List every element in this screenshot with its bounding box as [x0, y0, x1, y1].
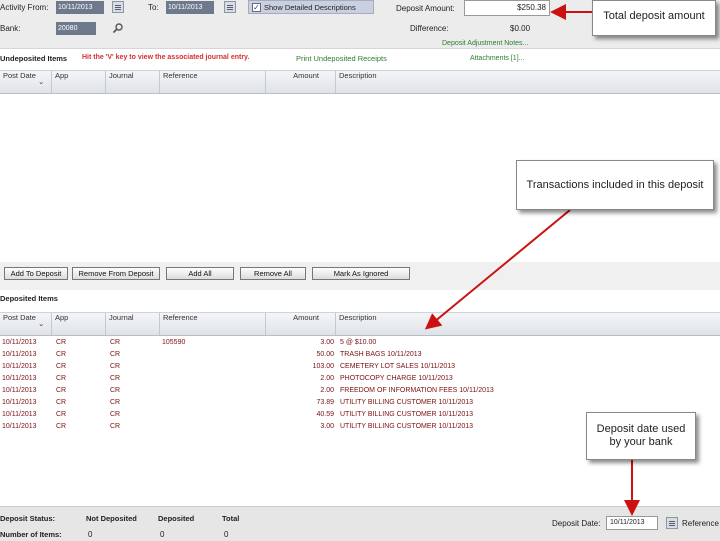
callout-total-deposit: Total deposit amount [592, 0, 716, 36]
transactions-arrow [424, 209, 571, 330]
callout-deposit-date: Deposit date used by your bank [586, 412, 696, 460]
callout-transactions: Transactions included in this deposit [516, 160, 714, 210]
